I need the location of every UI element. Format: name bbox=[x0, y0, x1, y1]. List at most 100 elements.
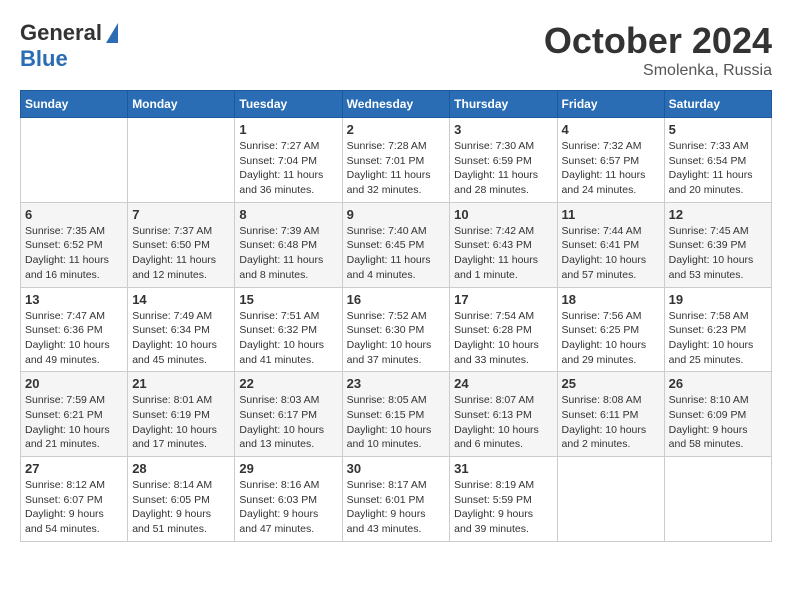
calendar-cell: 9 Sunrise: 7:40 AM Sunset: 6:45 PM Daylig… bbox=[342, 202, 450, 287]
day-number: 9 bbox=[347, 207, 446, 222]
day-number: 10 bbox=[454, 207, 552, 222]
calendar-table: SundayMondayTuesdayWednesdayThursdayFrid… bbox=[20, 90, 772, 542]
day-info: Sunrise: 7:28 AM Sunset: 7:01 PM Dayligh… bbox=[347, 139, 446, 198]
day-number: 16 bbox=[347, 292, 446, 307]
calendar-cell bbox=[128, 118, 235, 203]
day-number: 18 bbox=[562, 292, 660, 307]
day-number: 21 bbox=[132, 376, 230, 391]
day-info: Sunrise: 8:17 AM Sunset: 6:01 PM Dayligh… bbox=[347, 478, 446, 537]
day-number: 6 bbox=[25, 207, 123, 222]
weekday-header-cell: Monday bbox=[128, 91, 235, 118]
day-info: Sunrise: 7:54 AM Sunset: 6:28 PM Dayligh… bbox=[454, 309, 552, 368]
day-number: 15 bbox=[239, 292, 337, 307]
day-info: Sunrise: 8:12 AM Sunset: 6:07 PM Dayligh… bbox=[25, 478, 123, 537]
day-info: Sunrise: 7:33 AM Sunset: 6:54 PM Dayligh… bbox=[669, 139, 767, 198]
day-number: 20 bbox=[25, 376, 123, 391]
calendar-cell: 12Sunrise: 7:45 AM Sunset: 6:39 PM Dayli… bbox=[664, 202, 771, 287]
calendar-cell: 8 Sunrise: 7:39 AM Sunset: 6:48 PM Daylig… bbox=[235, 202, 342, 287]
day-info: Sunrise: 7:52 AM Sunset: 6:30 PM Dayligh… bbox=[347, 309, 446, 368]
calendar-cell: 2 Sunrise: 7:28 AM Sunset: 7:01 PM Daylig… bbox=[342, 118, 450, 203]
calendar-cell bbox=[557, 457, 664, 542]
weekday-header-cell: Wednesday bbox=[342, 91, 450, 118]
weekday-header-row: SundayMondayTuesdayWednesdayThursdayFrid… bbox=[21, 91, 772, 118]
day-number: 17 bbox=[454, 292, 552, 307]
calendar-cell: 10 Sunrise: 7:42 AM Sunset: 6:43 PM Dayli… bbox=[450, 202, 557, 287]
calendar-cell: 24 Sunrise: 8:07 AM Sunset: 6:13 PM Dayli… bbox=[450, 372, 557, 457]
calendar-cell: 30Sunrise: 8:17 AM Sunset: 6:01 PM Dayli… bbox=[342, 457, 450, 542]
day-number: 24 bbox=[454, 376, 552, 391]
day-number: 31 bbox=[454, 461, 552, 476]
day-number: 19 bbox=[669, 292, 767, 307]
logo-blue: Blue bbox=[20, 46, 68, 72]
calendar-cell: 5Sunrise: 7:33 AM Sunset: 6:54 PM Daylig… bbox=[664, 118, 771, 203]
day-info: Sunrise: 7:39 AM Sunset: 6:48 PM Dayligh… bbox=[239, 224, 337, 283]
calendar-week-row: 1 Sunrise: 7:27 AM Sunset: 7:04 PM Daylig… bbox=[21, 118, 772, 203]
day-number: 12 bbox=[669, 207, 767, 222]
day-info: Sunrise: 8:14 AM Sunset: 6:05 PM Dayligh… bbox=[132, 478, 230, 537]
logo-triangle-icon bbox=[106, 23, 118, 43]
day-info: Sunrise: 8:05 AM Sunset: 6:15 PM Dayligh… bbox=[347, 393, 446, 452]
calendar-cell: 21 Sunrise: 8:01 AM Sunset: 6:19 PM Dayli… bbox=[128, 372, 235, 457]
day-info: Sunrise: 7:30 AM Sunset: 6:59 PM Dayligh… bbox=[454, 139, 552, 198]
day-number: 27 bbox=[25, 461, 123, 476]
calendar-week-row: 27 Sunrise: 8:12 AM Sunset: 6:07 PM Dayli… bbox=[21, 457, 772, 542]
page-header: General Blue October 2024 Smolenka, Russ… bbox=[20, 20, 772, 80]
calendar-cell: 31 Sunrise: 8:19 AM Sunset: 5:59 PM Dayli… bbox=[450, 457, 557, 542]
day-number: 1 bbox=[239, 122, 337, 137]
day-info: Sunrise: 7:37 AM Sunset: 6:50 PM Dayligh… bbox=[132, 224, 230, 283]
calendar-cell: 15 Sunrise: 7:51 AM Sunset: 6:32 PM Dayli… bbox=[235, 287, 342, 372]
day-number: 23 bbox=[347, 376, 446, 391]
day-info: Sunrise: 8:08 AM Sunset: 6:11 PM Dayligh… bbox=[562, 393, 660, 452]
calendar-cell: 22 Sunrise: 8:03 AM Sunset: 6:17 PM Dayli… bbox=[235, 372, 342, 457]
day-info: Sunrise: 7:27 AM Sunset: 7:04 PM Dayligh… bbox=[239, 139, 337, 198]
day-number: 29 bbox=[239, 461, 337, 476]
day-number: 8 bbox=[239, 207, 337, 222]
day-info: Sunrise: 7:56 AM Sunset: 6:25 PM Dayligh… bbox=[562, 309, 660, 368]
day-info: Sunrise: 8:07 AM Sunset: 6:13 PM Dayligh… bbox=[454, 393, 552, 452]
calendar-cell: 11Sunrise: 7:44 AM Sunset: 6:41 PM Dayli… bbox=[557, 202, 664, 287]
calendar-cell: 13Sunrise: 7:47 AM Sunset: 6:36 PM Dayli… bbox=[21, 287, 128, 372]
calendar-cell bbox=[21, 118, 128, 203]
calendar-cell: 14 Sunrise: 7:49 AM Sunset: 6:34 PM Dayli… bbox=[128, 287, 235, 372]
calendar-cell: 23 Sunrise: 8:05 AM Sunset: 6:15 PM Dayli… bbox=[342, 372, 450, 457]
day-info: Sunrise: 8:01 AM Sunset: 6:19 PM Dayligh… bbox=[132, 393, 230, 452]
calendar-cell: 19 Sunrise: 7:58 AM Sunset: 6:23 PM Dayli… bbox=[664, 287, 771, 372]
calendar-cell: 25Sunrise: 8:08 AM Sunset: 6:11 PM Dayli… bbox=[557, 372, 664, 457]
day-info: Sunrise: 7:59 AM Sunset: 6:21 PM Dayligh… bbox=[25, 393, 123, 452]
calendar-cell: 3 Sunrise: 7:30 AM Sunset: 6:59 PM Daylig… bbox=[450, 118, 557, 203]
calendar-cell: 27 Sunrise: 8:12 AM Sunset: 6:07 PM Dayli… bbox=[21, 457, 128, 542]
title-area: October 2024 Smolenka, Russia bbox=[544, 20, 772, 80]
calendar-cell: 29Sunrise: 8:16 AM Sunset: 6:03 PM Dayli… bbox=[235, 457, 342, 542]
day-number: 11 bbox=[562, 207, 660, 222]
calendar-cell: 20 Sunrise: 7:59 AM Sunset: 6:21 PM Dayli… bbox=[21, 372, 128, 457]
day-info: Sunrise: 7:40 AM Sunset: 6:45 PM Dayligh… bbox=[347, 224, 446, 283]
day-info: Sunrise: 7:49 AM Sunset: 6:34 PM Dayligh… bbox=[132, 309, 230, 368]
day-info: Sunrise: 7:47 AM Sunset: 6:36 PM Dayligh… bbox=[25, 309, 123, 368]
weekday-header-cell: Saturday bbox=[664, 91, 771, 118]
weekday-header-cell: Thursday bbox=[450, 91, 557, 118]
calendar-cell: 28 Sunrise: 8:14 AM Sunset: 6:05 PM Dayli… bbox=[128, 457, 235, 542]
calendar-week-row: 20 Sunrise: 7:59 AM Sunset: 6:21 PM Dayli… bbox=[21, 372, 772, 457]
day-number: 22 bbox=[239, 376, 337, 391]
day-info: Sunrise: 8:19 AM Sunset: 5:59 PM Dayligh… bbox=[454, 478, 552, 537]
day-number: 4 bbox=[562, 122, 660, 137]
weekday-header-cell: Sunday bbox=[21, 91, 128, 118]
day-info: Sunrise: 7:42 AM Sunset: 6:43 PM Dayligh… bbox=[454, 224, 552, 283]
calendar-cell: 17 Sunrise: 7:54 AM Sunset: 6:28 PM Dayli… bbox=[450, 287, 557, 372]
day-number: 2 bbox=[347, 122, 446, 137]
day-info: Sunrise: 8:03 AM Sunset: 6:17 PM Dayligh… bbox=[239, 393, 337, 452]
day-info: Sunrise: 7:51 AM Sunset: 6:32 PM Dayligh… bbox=[239, 309, 337, 368]
weekday-header-cell: Friday bbox=[557, 91, 664, 118]
day-info: Sunrise: 8:10 AM Sunset: 6:09 PM Dayligh… bbox=[669, 393, 767, 452]
calendar-cell: 16 Sunrise: 7:52 AM Sunset: 6:30 PM Dayli… bbox=[342, 287, 450, 372]
location-title: Smolenka, Russia bbox=[544, 62, 772, 80]
calendar-cell bbox=[664, 457, 771, 542]
calendar-cell: 6 Sunrise: 7:35 AM Sunset: 6:52 PM Daylig… bbox=[21, 202, 128, 287]
day-number: 3 bbox=[454, 122, 552, 137]
day-info: Sunrise: 7:35 AM Sunset: 6:52 PM Dayligh… bbox=[25, 224, 123, 283]
weekday-header-cell: Tuesday bbox=[235, 91, 342, 118]
day-number: 28 bbox=[132, 461, 230, 476]
day-number: 14 bbox=[132, 292, 230, 307]
calendar-cell: 26Sunrise: 8:10 AM Sunset: 6:09 PM Dayli… bbox=[664, 372, 771, 457]
day-info: Sunrise: 7:58 AM Sunset: 6:23 PM Dayligh… bbox=[669, 309, 767, 368]
